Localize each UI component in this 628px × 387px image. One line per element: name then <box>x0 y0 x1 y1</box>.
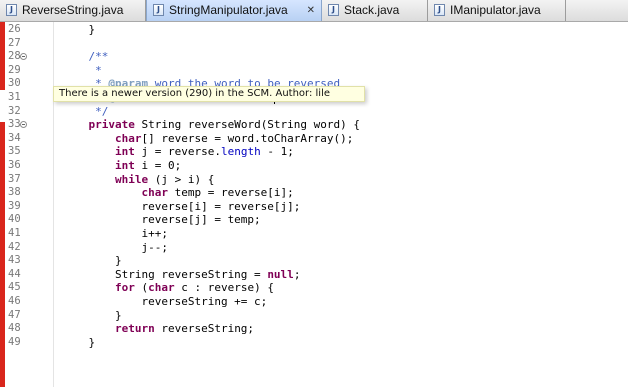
line-number: 48 <box>8 322 21 335</box>
code-text: int i = 0; <box>62 159 182 172</box>
line-number: 43 <box>8 254 21 267</box>
code-line: 35 int j = reverse.length - 1; <box>0 145 628 159</box>
line-number: 34 <box>8 131 21 144</box>
code-text: reverse[i] = reverse[j]; <box>62 199 301 213</box>
java-file-icon: J <box>434 4 445 16</box>
code-line: 47 } <box>0 309 628 323</box>
tab-label: StringManipulator.java <box>169 3 288 17</box>
java-file-icon: J <box>6 4 17 16</box>
line-number: 35 <box>8 145 21 158</box>
tab-label: IManipulator.java <box>450 3 541 17</box>
code-text: reverseString += c; <box>62 295 268 308</box>
code-line: 32 */ <box>0 105 628 119</box>
code-line: 44 String reverseString = null; <box>0 268 628 282</box>
close-icon[interactable]: ✕ <box>307 0 315 21</box>
code-editor[interactable]: 26 } 27 28 /** 29 * 30 * @param word the wor… <box>0 22 628 387</box>
line-number: 46 <box>8 295 21 307</box>
line-number: 41 <box>8 227 21 239</box>
line-number: 42 <box>8 240 21 253</box>
code-text: char[] reverse = word.toCharArray(); <box>62 131 354 145</box>
code-text: * <box>62 63 102 77</box>
code-text: } <box>62 308 122 322</box>
line-number: 29 <box>8 63 21 76</box>
java-file-icon: J <box>328 4 339 16</box>
line-number: 26 <box>8 23 21 35</box>
line-number: 37 <box>8 172 21 185</box>
code-line: 42 j--; <box>0 241 628 255</box>
code-text: } <box>62 335 96 349</box>
code-text: char temp = reverse[i]; <box>62 186 294 200</box>
line-number: 40 <box>8 213 21 226</box>
code-line: 46 reverseString += c; <box>0 295 628 309</box>
line-number: 49 <box>8 335 21 348</box>
line-number: 31 <box>8 91 21 103</box>
code-line: 26 } <box>0 23 628 37</box>
line-number: 45 <box>8 281 21 294</box>
tab-reverse-string[interactable]: J ReverseString.java <box>0 0 146 21</box>
code-text: i++; <box>62 227 168 240</box>
tab-stack[interactable]: J Stack.java <box>322 0 428 21</box>
code-line: 45 for (char c : reverse) { <box>0 281 628 295</box>
code-text: j--; <box>62 240 168 254</box>
tab-label: Stack.java <box>344 3 400 17</box>
code-line: 49 } <box>0 336 628 350</box>
code-line: 43 } <box>0 254 628 268</box>
scm-version-tooltip: There is a newer version (290) in the SC… <box>53 86 365 102</box>
tab-label: ReverseString.java <box>22 3 124 17</box>
code-line: 27 <box>0 37 628 51</box>
line-number: 32 <box>8 104 21 117</box>
code-line: 39 reverse[i] = reverse[j]; <box>0 200 628 214</box>
code-text: int j = reverse.length - 1; <box>62 145 294 159</box>
code-line: 41 i++; <box>0 227 628 241</box>
code-line: 40 reverse[j] = temp; <box>0 213 628 227</box>
line-number: 36 <box>8 159 21 171</box>
code-line: 29 * <box>0 64 628 78</box>
line-number: 27 <box>8 36 21 49</box>
code-text: while (j > i) { <box>62 172 215 186</box>
code-text: for (char c : reverse) { <box>62 281 274 295</box>
code-text: } <box>62 23 96 36</box>
line-number: 47 <box>8 308 21 321</box>
line-number: 39 <box>8 199 21 212</box>
tab-string-manipulator[interactable]: J StringManipulator.java ✕ <box>146 0 322 21</box>
code-line: 38 char temp = reverse[i]; <box>0 186 628 200</box>
editor-tab-bar: J ReverseString.java J StringManipulator… <box>0 0 628 22</box>
code-line: 28 /** <box>0 50 628 64</box>
code-text: private String reverseWord(String word) … <box>62 118 361 132</box>
code-text: return reverseString; <box>62 322 255 336</box>
code-text: String reverseString = null; <box>62 267 301 281</box>
line-number: 38 <box>8 186 21 199</box>
code-line: 36 int i = 0; <box>0 159 628 173</box>
code-line: 33 private String reverseWord(String wor… <box>0 118 628 132</box>
code-text: reverse[j] = temp; <box>62 213 261 227</box>
code-text: /** <box>62 50 109 64</box>
code-line: 37 while (j > i) { <box>0 173 628 187</box>
tab-imanipulator[interactable]: J IManipulator.java <box>428 0 566 21</box>
code-line: 34 char[] reverse = word.toCharArray(); <box>0 132 628 146</box>
code-text: } <box>62 254 122 268</box>
line-number: 44 <box>8 267 21 280</box>
line-number: 30 <box>8 77 21 90</box>
code-line: 48 return reverseString; <box>0 322 628 336</box>
java-file-icon: J <box>153 4 164 16</box>
code-text: */ <box>62 104 109 118</box>
